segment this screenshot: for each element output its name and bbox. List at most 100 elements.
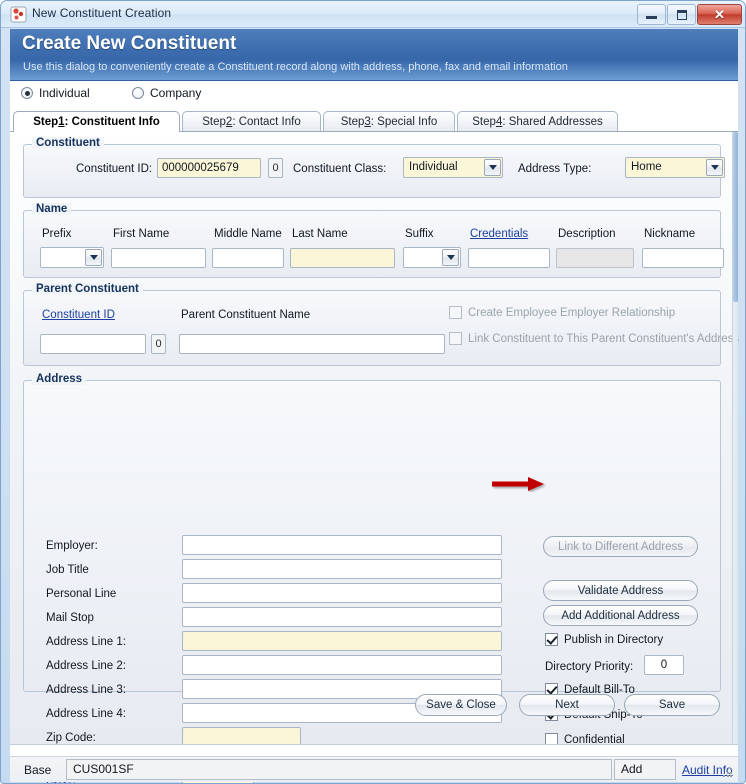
nickname-label: Nickname <box>644 228 696 240</box>
tab-step-3[interactable]: Step 3: Special Info <box>323 111 455 132</box>
radio-company-label: Company <box>150 86 202 100</box>
constituent-class-select[interactable]: Individual <box>403 157 503 178</box>
prefix-select[interactable] <box>40 247 104 268</box>
last-name-label: Last Name <box>292 228 348 240</box>
close-button[interactable]: ✕ <box>697 4 742 25</box>
description-input <box>556 248 634 268</box>
checkbox-publish-in-directory[interactable]: Publish in Directory <box>545 633 663 646</box>
address-line-2-input[interactable] <box>182 655 502 675</box>
personal-line-label: Personal Line <box>46 588 117 600</box>
radio-individual-label: Individual <box>39 86 90 100</box>
checkbox-link-constituent-to-parent-address[interactable]: Link Constituent to This Parent Constitu… <box>449 332 739 345</box>
address-group-legend: Address <box>32 373 87 385</box>
validate-address-button[interactable]: Validate Address <box>543 580 698 601</box>
tab-step-2-post: : Contact Info <box>232 116 301 128</box>
tab-step-4-post: : Shared Addresses <box>502 116 603 128</box>
address-type-select[interactable]: Home <box>625 157 725 178</box>
dialog-window: New Constituent Creation ✕ Create New Co… <box>0 0 746 784</box>
base-value-field[interactable]: CUS001SF <box>66 759 612 780</box>
scrollbar-thumb[interactable] <box>733 132 738 302</box>
address-line-3-label: Address Line 3: <box>46 684 126 696</box>
radio-individual[interactable]: Individual <box>21 86 90 100</box>
tab-step-1-post: : Constituent Info <box>64 116 160 128</box>
tab-step-3-pre: Step <box>340 116 365 128</box>
credentials-link[interactable]: Credentials <box>470 228 528 240</box>
tab-step-1[interactable]: Step 1: Constituent Info <box>13 111 180 132</box>
middle-name-input[interactable] <box>212 248 284 268</box>
window-title: New Constituent Creation <box>32 6 172 20</box>
parent-constituent-group: Parent Constituent Constituent ID 0 Pare… <box>23 283 739 366</box>
entity-type-group: Individual Company <box>10 81 738 110</box>
tab-step-4[interactable]: Step 4: Shared Addresses <box>457 111 618 132</box>
radio-individual-icon <box>21 87 33 99</box>
zip-code-label: Zip Code: <box>46 732 96 744</box>
dialog-banner: Create New Constituent Use this dialog t… <box>10 29 738 81</box>
address-group: Address Employer: Job Title Personal Lin… <box>23 373 721 783</box>
page-subtitle: Use this dialog to conveniently create a… <box>23 61 568 73</box>
employer-label: Employer: <box>46 540 98 552</box>
address-line-1-input[interactable] <box>182 631 502 651</box>
description-label: Description <box>558 228 616 240</box>
resize-grip-icon[interactable] <box>723 768 733 778</box>
form-body: Constituent Constituent ID: 000000025679… <box>10 131 739 783</box>
employer-input[interactable] <box>182 535 502 555</box>
minimize-button[interactable] <box>637 4 666 25</box>
checkbox-create-employee-employer-relationship[interactable]: Create Employee Employer Relationship <box>449 306 675 319</box>
tab-step-2[interactable]: Step 2: Contact Info <box>182 111 321 132</box>
save-and-close-button[interactable]: Save & Close <box>415 694 507 716</box>
chevron-down-icon[interactable] <box>85 249 102 266</box>
parent-constituent-id-input[interactable] <box>40 334 146 354</box>
directory-priority-label: Directory Priority: <box>545 661 634 673</box>
base-label: Base <box>24 763 52 777</box>
status-bar: Base CUS001SF Add Audit Info <box>10 756 738 782</box>
chevron-down-icon[interactable] <box>706 159 723 176</box>
tab-step-2-pre: Step <box>202 116 226 128</box>
checkbox-icon <box>449 332 462 345</box>
personal-line-input[interactable] <box>182 583 502 603</box>
checkbox-create-employee-employer-relationship-label: Create Employee Employer Relationship <box>468 306 676 319</box>
radio-company-icon <box>132 87 144 99</box>
save-button[interactable]: Save <box>624 694 720 716</box>
first-name-input[interactable] <box>111 248 206 268</box>
constituent-id-suffix: 0 <box>268 158 283 178</box>
parent-constituent-name-input[interactable] <box>179 334 445 354</box>
job-title-label: Job Title <box>46 564 89 576</box>
add-additional-address-button[interactable]: Add Additional Address <box>543 605 698 626</box>
constituent-id-input[interactable]: 000000025679 <box>157 158 261 178</box>
close-icon: ✕ <box>714 6 725 22</box>
parent-constituent-id-link[interactable]: Constituent ID <box>42 309 115 321</box>
constituent-class-label: Constituent Class: <box>293 163 387 175</box>
prefix-label: Prefix <box>42 228 72 240</box>
last-name-input[interactable] <box>290 248 395 268</box>
mail-stop-input[interactable] <box>182 607 502 627</box>
mail-stop-label: Mail Stop <box>46 612 94 624</box>
radio-company[interactable]: Company <box>132 86 201 100</box>
chevron-down-icon[interactable] <box>442 249 459 266</box>
checkbox-link-constituent-to-parent-address-label: Link Constituent to This Parent Constitu… <box>468 332 740 345</box>
maximize-icon <box>676 9 687 20</box>
checkbox-icon <box>545 633 558 646</box>
job-title-input[interactable] <box>182 559 502 579</box>
address-line-1-label: Address Line 1: <box>46 636 126 648</box>
page-title: Create New Constituent <box>22 33 237 54</box>
link-to-different-address-button[interactable]: Link to Different Address <box>543 536 698 557</box>
parent-constituent-group-legend: Parent Constituent <box>32 283 143 295</box>
maximize-button[interactable] <box>667 4 696 25</box>
add-field[interactable]: Add <box>614 759 676 780</box>
footer-separator <box>10 744 738 756</box>
name-group: Name Prefix First Name Middle Name Last … <box>23 203 724 278</box>
suffix-select[interactable] <box>403 247 461 268</box>
directory-priority-input[interactable]: 0 <box>644 655 684 675</box>
credentials-input[interactable] <box>468 248 550 268</box>
nickname-input[interactable] <box>642 248 724 268</box>
next-button[interactable]: Next <box>519 694 615 716</box>
constituent-group: Constituent Constituent ID: 000000025679… <box>23 137 725 198</box>
annotation-arrow <box>492 476 552 492</box>
suffix-label: Suffix <box>405 228 434 240</box>
minimize-icon <box>646 16 657 19</box>
name-group-legend: Name <box>32 203 72 215</box>
address-type-label: Address Type: <box>518 163 592 175</box>
vertical-scrollbar[interactable] <box>732 132 738 745</box>
chevron-down-icon[interactable] <box>484 159 501 176</box>
address-line-2-label: Address Line 2: <box>46 660 126 672</box>
